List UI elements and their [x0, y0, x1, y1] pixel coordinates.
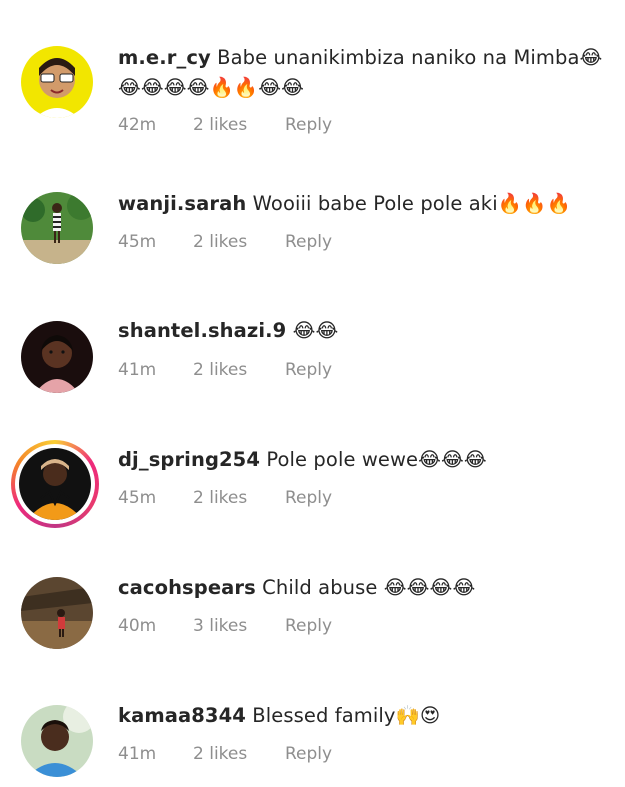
comment-body: wanji.sarah Wooiii babe Pole pole aki🔥🔥🔥 — [118, 189, 613, 219]
comment-body: dj_spring254 Pole pole wewe😂😂😂 — [118, 445, 613, 475]
comment-username[interactable]: m.e.r_cy — [118, 46, 211, 69]
reply-button[interactable]: Reply — [285, 360, 332, 380]
comment-meta: 45m 2 likes Reply — [118, 232, 332, 252]
comment-username[interactable]: kamaa8344 — [118, 704, 246, 727]
avatar-image-icon — [21, 705, 93, 777]
comment-meta: 45m 2 likes Reply — [118, 488, 332, 508]
comment-text: Blessed family🙌😍 — [252, 704, 441, 727]
comment-time: 41m — [118, 744, 157, 764]
comment-time: 45m — [118, 488, 157, 508]
reply-button[interactable]: Reply — [285, 115, 332, 135]
comment-meta: 40m 3 likes Reply — [118, 616, 332, 636]
reply-button[interactable]: Reply — [285, 232, 332, 252]
comment-body: cacohspears Child abuse 😂😂😂😂 — [118, 573, 613, 603]
avatar-image-icon — [21, 46, 93, 118]
avatar[interactable] — [21, 577, 93, 649]
comment-username[interactable]: cacohspears — [118, 576, 256, 599]
reply-button[interactable]: Reply — [285, 616, 332, 636]
comment-meta: 41m 2 likes Reply — [118, 744, 332, 764]
comment-likes[interactable]: 2 likes — [193, 232, 285, 252]
reply-button[interactable]: Reply — [285, 488, 332, 508]
avatar-image-icon — [21, 321, 93, 393]
comment-meta: 41m 2 likes Reply — [118, 360, 332, 380]
comment-likes[interactable]: 3 likes — [193, 616, 285, 636]
comment-username[interactable]: dj_spring254 — [118, 448, 260, 471]
comment-text: 😂😂 — [292, 319, 339, 342]
comment-meta: 42m 2 likes Reply — [118, 115, 332, 135]
reply-button[interactable]: Reply — [285, 744, 332, 764]
comment-time: 40m — [118, 616, 157, 636]
avatar[interactable] — [21, 321, 93, 393]
comment-time: 45m — [118, 232, 157, 252]
comment-time: 41m — [118, 360, 157, 380]
avatar-story-ring[interactable] — [11, 440, 99, 528]
avatar[interactable] — [21, 192, 93, 264]
avatar-image-icon — [19, 448, 91, 520]
comment-username[interactable]: wanji.sarah — [118, 192, 246, 215]
comment-likes[interactable]: 2 likes — [193, 360, 285, 380]
comment-text: Child abuse 😂😂😂😂 — [262, 576, 476, 599]
comment-body: shantel.shazi.9 😂😂 — [118, 316, 613, 346]
comment-likes[interactable]: 2 likes — [193, 744, 285, 764]
comment-body: kamaa8344 Blessed family🙌😍 — [118, 701, 613, 731]
avatar-image-icon — [21, 192, 93, 264]
comment-text: Wooiii babe Pole pole aki🔥🔥🔥 — [252, 192, 571, 215]
comment-time: 42m — [118, 115, 157, 135]
avatar[interactable] — [21, 705, 93, 777]
comment-text: Pole pole wewe😂😂😂 — [266, 448, 487, 471]
avatar[interactable] — [21, 46, 93, 118]
avatar-image-icon — [21, 577, 93, 649]
comment-username[interactable]: shantel.shazi.9 — [118, 319, 286, 342]
comment-body: m.e.r_cy Babe unanikimbiza naniko na Mim… — [118, 43, 613, 103]
comment-likes[interactable]: 2 likes — [193, 115, 285, 135]
comment-likes[interactable]: 2 likes — [193, 488, 285, 508]
